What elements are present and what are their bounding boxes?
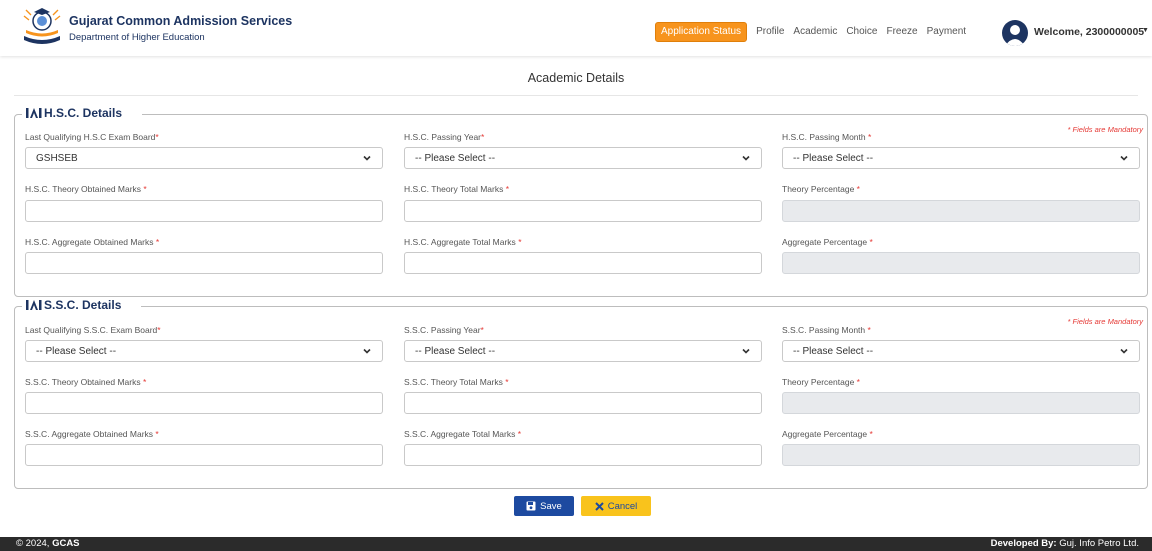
- hsc-theory-percentage-label: Theory Percentage *: [782, 184, 860, 194]
- ssc-theory-obtained-label: S.S.C. Theory Obtained Marks *: [25, 377, 147, 387]
- footer-developed-by: Developed By: Guj. Info Petro Ltd.: [990, 538, 1139, 549]
- ssc-theory-percentage-field: [782, 392, 1140, 414]
- hsc-theory-obtained-label: H.S.C. Theory Obtained Marks *: [25, 184, 147, 194]
- hsc-aggregate-obtained-label: H.S.C. Aggregate Obtained Marks *: [25, 237, 160, 247]
- hsc-aggregate-percentage-label: Aggregate Percentage *: [782, 237, 873, 247]
- nav-application-status[interactable]: Application Status: [655, 22, 748, 42]
- hsc-year-select-value: -- Please Select --: [415, 152, 496, 164]
- mandatory-note: * Fields are Mandatory: [1067, 125, 1143, 134]
- cancel-button-label: Cancel: [607, 500, 638, 512]
- ssc-legend-text: S.S.C. Details: [44, 298, 122, 312]
- hsc-theory-percentage-field: [782, 200, 1140, 222]
- chevron-down-icon: [742, 155, 750, 161]
- hsc-theory-total-label: H.S.C. Theory Total Marks *: [404, 184, 510, 194]
- hsc-year-select[interactable]: -- Please Select --: [404, 147, 762, 169]
- brand-subtitle: Department of Higher Education: [69, 32, 205, 43]
- id-card-icon: [26, 300, 42, 310]
- chevron-down-icon: [1120, 155, 1128, 161]
- ssc-aggregate-total-input[interactable]: [404, 444, 762, 466]
- hsc-board-select-value: GSHSEB: [36, 152, 78, 164]
- id-card-icon: [26, 108, 42, 118]
- main-nav: Application Status Profile Academic Choi…: [655, 22, 966, 42]
- hsc-month-select-value: -- Please Select --: [793, 152, 874, 164]
- footer: © 2024, GCAS Developed By: Guj. Info Pet…: [0, 537, 1152, 551]
- hsc-board-select[interactable]: GSHSEB: [25, 147, 383, 169]
- chevron-down-icon: [363, 348, 371, 354]
- page-title: Academic Details: [527, 71, 625, 85]
- ssc-aggregate-percentage-label: Aggregate Percentage *: [782, 429, 873, 439]
- ssc-month-select[interactable]: -- Please Select --: [782, 340, 1140, 362]
- chevron-down-icon[interactable]: ▼: [1142, 27, 1149, 34]
- ssc-year-select-value: -- Please Select --: [415, 345, 496, 357]
- ssc-theory-percentage-label: Theory Percentage *: [782, 377, 860, 387]
- chevron-down-icon: [742, 348, 750, 354]
- x-icon: [594, 501, 604, 511]
- hsc-aggregate-obtained-input[interactable]: [25, 252, 383, 274]
- save-button[interactable]: Save: [514, 496, 574, 516]
- ssc-year-select[interactable]: -- Please Select --: [404, 340, 762, 362]
- nav-choice[interactable]: Choice: [846, 26, 877, 38]
- hsc-aggregate-total-input[interactable]: [404, 252, 762, 274]
- chevron-down-icon: [1120, 348, 1128, 354]
- chevron-down-icon: [363, 155, 371, 161]
- ssc-theory-total-input[interactable]: [404, 392, 762, 414]
- hsc-theory-total-input[interactable]: [404, 200, 762, 222]
- ssc-board-select-value: -- Please Select --: [36, 345, 117, 357]
- hsc-theory-obtained-input[interactable]: [25, 200, 383, 222]
- gcas-logo[interactable]: [20, 6, 64, 48]
- nav-payment[interactable]: Payment: [927, 26, 966, 38]
- hsc-legend-text: H.S.C. Details: [44, 106, 123, 120]
- ssc-theory-total-label: S.S.C. Theory Total Marks *: [404, 377, 509, 387]
- divider: [14, 95, 1138, 96]
- ssc-board-select[interactable]: -- Please Select --: [25, 340, 383, 362]
- hsc-board-label: Last Qualifying H.S.C Exam Board*: [25, 132, 159, 142]
- top-header: Gujarat Common Admission Services Depart…: [0, 0, 1152, 56]
- ssc-aggregate-obtained-input[interactable]: [25, 444, 383, 466]
- ssc-theory-obtained-input[interactable]: [25, 392, 383, 414]
- hsc-details-legend: H.S.C. Details: [22, 106, 143, 120]
- user-avatar-icon[interactable]: [1002, 20, 1028, 46]
- nav-freeze[interactable]: Freeze: [886, 26, 917, 38]
- ssc-aggregate-percentage-field: [782, 444, 1140, 466]
- hsc-aggregate-total-label: H.S.C. Aggregate Total Marks *: [404, 237, 522, 247]
- nav-academic[interactable]: Academic: [793, 26, 837, 38]
- hsc-month-select[interactable]: -- Please Select --: [782, 147, 1140, 169]
- welcome-user-menu[interactable]: Welcome, 2300000005: [1034, 26, 1144, 38]
- ssc-month-select-value: -- Please Select --: [793, 345, 874, 357]
- brand-title: Gujarat Common Admission Services: [69, 14, 293, 28]
- hsc-aggregate-percentage-field: [782, 252, 1140, 274]
- floppy-disk-icon: [526, 501, 536, 511]
- ssc-aggregate-total-label: S.S.C. Aggregate Total Marks *: [404, 429, 522, 439]
- nav-profile[interactable]: Profile: [756, 26, 784, 38]
- ssc-year-label: S.S.C. Passing Year*: [404, 325, 484, 335]
- cancel-button[interactable]: Cancel: [581, 496, 651, 516]
- hsc-year-label: H.S.C. Passing Year*: [404, 132, 485, 142]
- hsc-month-label: H.S.C. Passing Month *: [782, 132, 872, 142]
- mandatory-note: * Fields are Mandatory: [1067, 317, 1143, 326]
- ssc-aggregate-obtained-label: S.S.C. Aggregate Obtained Marks *: [25, 429, 159, 439]
- ssc-details-legend: S.S.C. Details: [22, 298, 142, 312]
- save-button-label: Save: [540, 500, 562, 512]
- ssc-month-label: S.S.C. Passing Month *: [782, 325, 871, 335]
- footer-copyright: © 2024, GCAS: [16, 538, 80, 549]
- ssc-board-label: Last Qualifying S.S.C. Exam Board*: [25, 325, 161, 335]
